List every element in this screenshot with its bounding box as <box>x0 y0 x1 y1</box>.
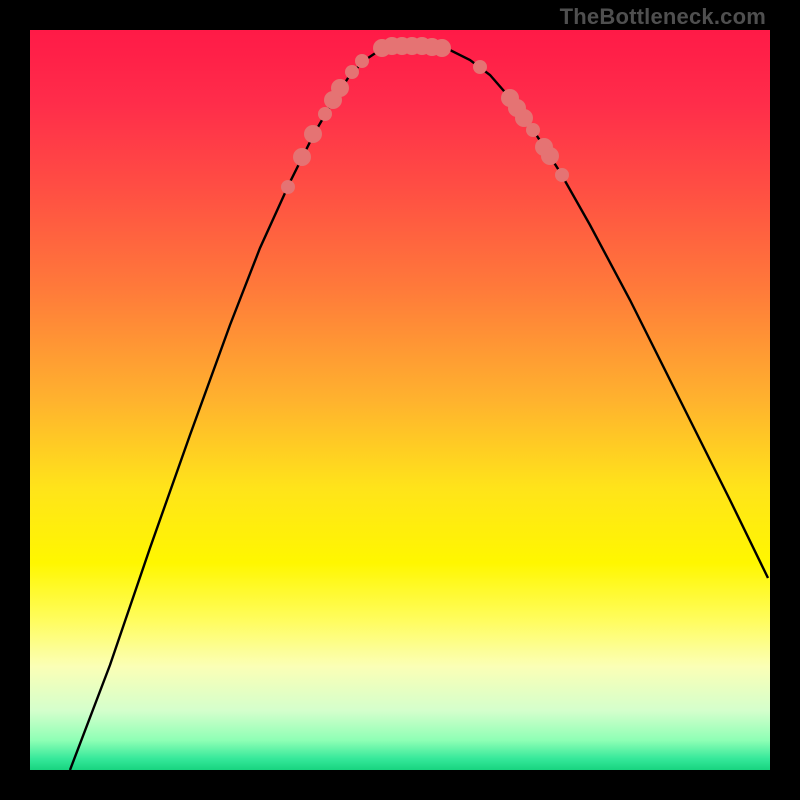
watermark-text: TheBottleneck.com <box>560 4 766 30</box>
curve-marker <box>541 147 559 165</box>
curve-layer <box>30 30 770 770</box>
plot-area <box>30 30 770 770</box>
curve-marker <box>433 39 451 57</box>
curve-marker <box>473 60 487 74</box>
curve-markers <box>281 37 569 194</box>
chart-frame: TheBottleneck.com <box>0 0 800 800</box>
curve-marker <box>318 107 332 121</box>
curve-marker <box>281 180 295 194</box>
curve-marker <box>331 79 349 97</box>
curve-marker <box>555 168 569 182</box>
curve-marker <box>345 65 359 79</box>
curve-marker <box>355 54 369 68</box>
curve-marker <box>526 123 540 137</box>
curve-marker <box>293 148 311 166</box>
bottleneck-curve <box>70 46 768 770</box>
curve-marker <box>304 125 322 143</box>
